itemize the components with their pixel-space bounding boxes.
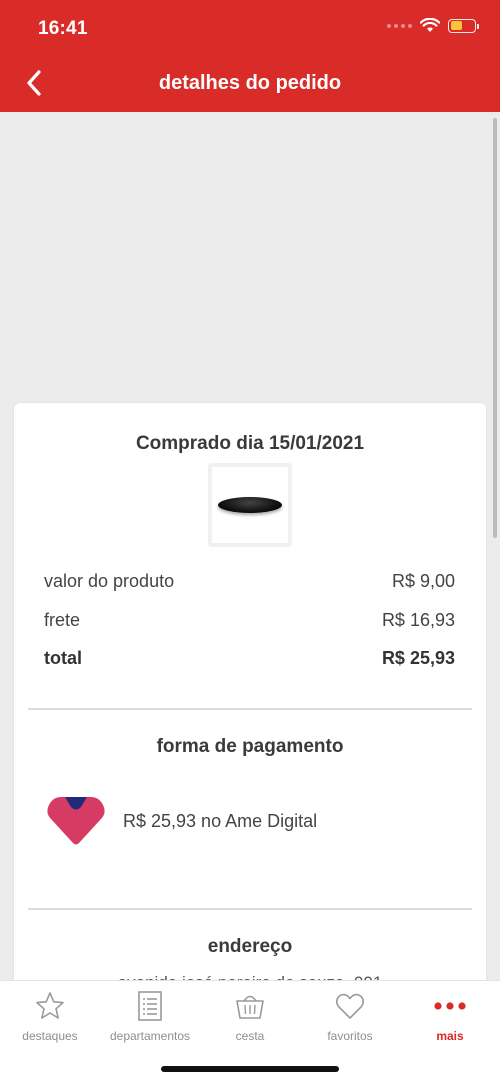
tab-departamentos[interactable]: departamentos [100, 989, 200, 1043]
payment-section-title: forma de pagamento [156, 736, 344, 757]
shipping-amount: R$ 16,93 [381, 610, 455, 630]
page-title: detalhes do pedido [158, 72, 342, 94]
scrollbar[interactable] [493, 118, 497, 538]
tab-label-favoritos: favoritos [327, 1029, 373, 1043]
payment-description: R$ 25,93 no Ame Digital [123, 810, 318, 831]
status-time: 16:41 [38, 18, 88, 39]
tab-label-destaques: destaques [22, 1029, 78, 1043]
battery-icon [448, 18, 479, 33]
purchase-date: Comprado dia 15/01/2021 [135, 433, 365, 454]
wifi-icon [420, 18, 440, 32]
wireless-charger-image [218, 497, 282, 513]
payment-method: R$ 25,93 no Ame Digital [43, 795, 317, 847]
star-icon [36, 992, 64, 1019]
list-icon [138, 991, 162, 1021]
product-thumbnail[interactable] [208, 463, 292, 547]
total-label: total [44, 648, 82, 668]
address-section-title: endereço [207, 936, 293, 957]
divider [28, 708, 472, 710]
app-header: 16:41 detalhes do pedido [0, 0, 500, 112]
product-value-amount: R$ 9,00 [391, 571, 455, 591]
total-amount: R$ 25,93 [381, 648, 455, 668]
tab-destaques[interactable]: destaques [0, 989, 100, 1043]
heart-icon [335, 993, 365, 1019]
product-value-row: valor do produto R$ 9,00 [44, 571, 455, 592]
shipping-row: frete R$ 16,93 [44, 610, 455, 631]
tab-label-departamentos: departamentos [109, 1029, 191, 1043]
status-indicators [387, 18, 479, 33]
shipping-label: frete [44, 610, 81, 630]
home-indicator [161, 1066, 339, 1072]
tab-label-cesta: cesta [235, 1029, 265, 1043]
tab-cesta[interactable]: cesta [200, 989, 300, 1043]
tab-label-mais: mais [436, 1029, 464, 1043]
divider [28, 908, 472, 910]
ame-digital-logo [47, 797, 105, 845]
more-dots-icon [434, 1002, 466, 1010]
tab-favoritos[interactable]: favoritos [300, 989, 400, 1043]
total-row: total R$ 25,93 [44, 648, 455, 669]
product-value-label: valor do produto [44, 571, 175, 591]
tab-mais[interactable]: mais [400, 989, 500, 1043]
basket-icon [236, 995, 264, 1019]
cellular-signal-icon [387, 23, 412, 28]
order-details-card: Comprado dia 15/01/2021 valor do produto… [14, 403, 486, 1043]
